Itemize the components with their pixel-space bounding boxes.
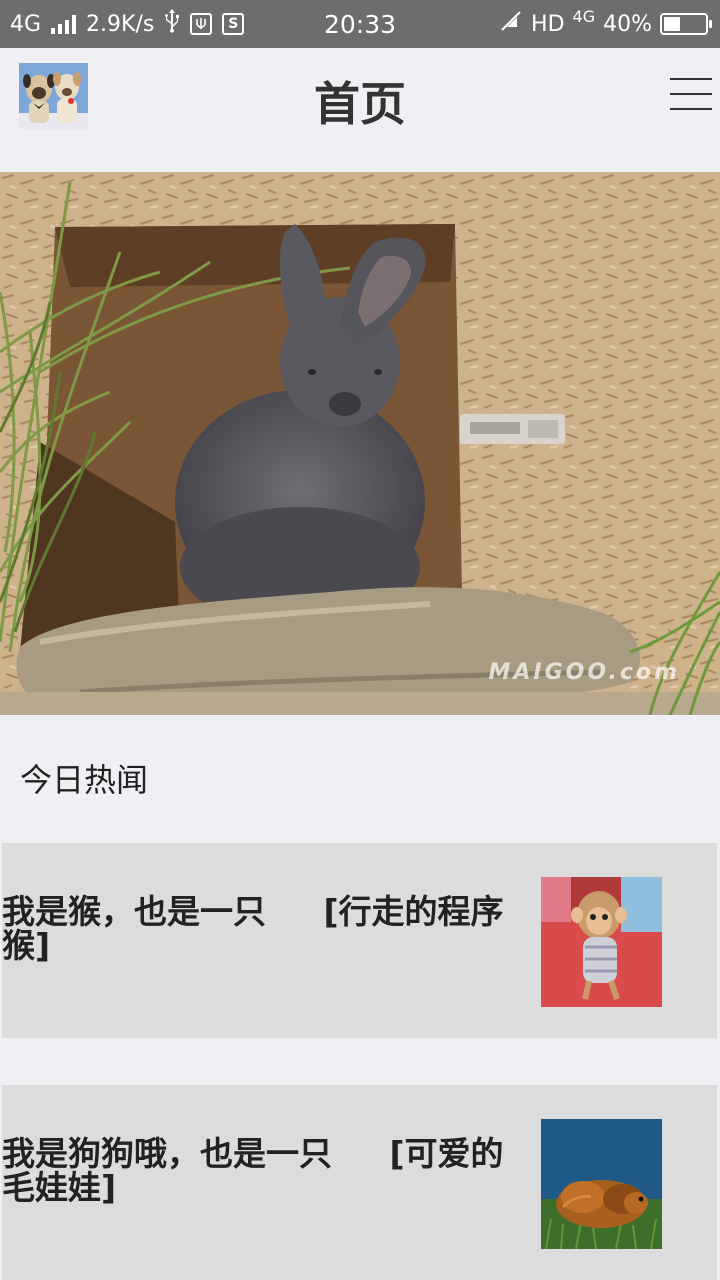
charging-bolt-icon: ⚡ xyxy=(678,13,690,32)
app-s-icon: S xyxy=(222,13,245,35)
page-title: 首页 xyxy=(314,77,406,131)
news-thumbnail xyxy=(541,1119,662,1249)
status-bar: 4G 2.9K/s S 20:33 HD 4G 40% ⚡ xyxy=(0,0,720,48)
battery-icon: ⚡ xyxy=(660,13,712,35)
guinea-pig-photo xyxy=(541,1119,662,1249)
signal-icon xyxy=(51,14,77,34)
status-bar-left: 4G 2.9K/s S xyxy=(10,0,245,48)
network-type-right: 4G xyxy=(572,6,596,26)
section-title: 今日热闻 xyxy=(20,761,149,799)
usb-debug-icon xyxy=(190,13,213,35)
network-type: 4G xyxy=(10,11,42,37)
usb-icon xyxy=(164,9,180,39)
app-header: 首页 xyxy=(0,48,720,172)
hd-label: HD xyxy=(531,11,565,37)
status-bar-right: HD 4G 40% ⚡ xyxy=(499,0,712,48)
hero-banner[interactable]: MAIGOO.com xyxy=(0,172,720,715)
clock: 20:33 xyxy=(323,9,397,39)
news-title: 我是猴，也是一只 [行走的程序猴] xyxy=(2,892,504,965)
rabbit-photo xyxy=(0,172,720,715)
news-item[interactable]: 我是猴，也是一只 [行走的程序猴] xyxy=(2,843,717,1038)
news-thumbnail xyxy=(541,877,662,1007)
hamburger-menu-icon[interactable] xyxy=(670,78,712,110)
network-speed: 2.9K/s xyxy=(86,11,155,37)
monkey-photo xyxy=(541,877,662,1007)
battery-percent: 40% xyxy=(603,11,652,37)
news-item[interactable]: 我是狗狗哦，也是一只 [可爱的毛娃娃] xyxy=(2,1085,717,1280)
mute-icon xyxy=(499,9,523,39)
hero-watermark: MAIGOO.com xyxy=(488,660,680,685)
news-title: 我是狗狗哦，也是一只 [可爱的毛娃娃] xyxy=(2,1134,504,1207)
